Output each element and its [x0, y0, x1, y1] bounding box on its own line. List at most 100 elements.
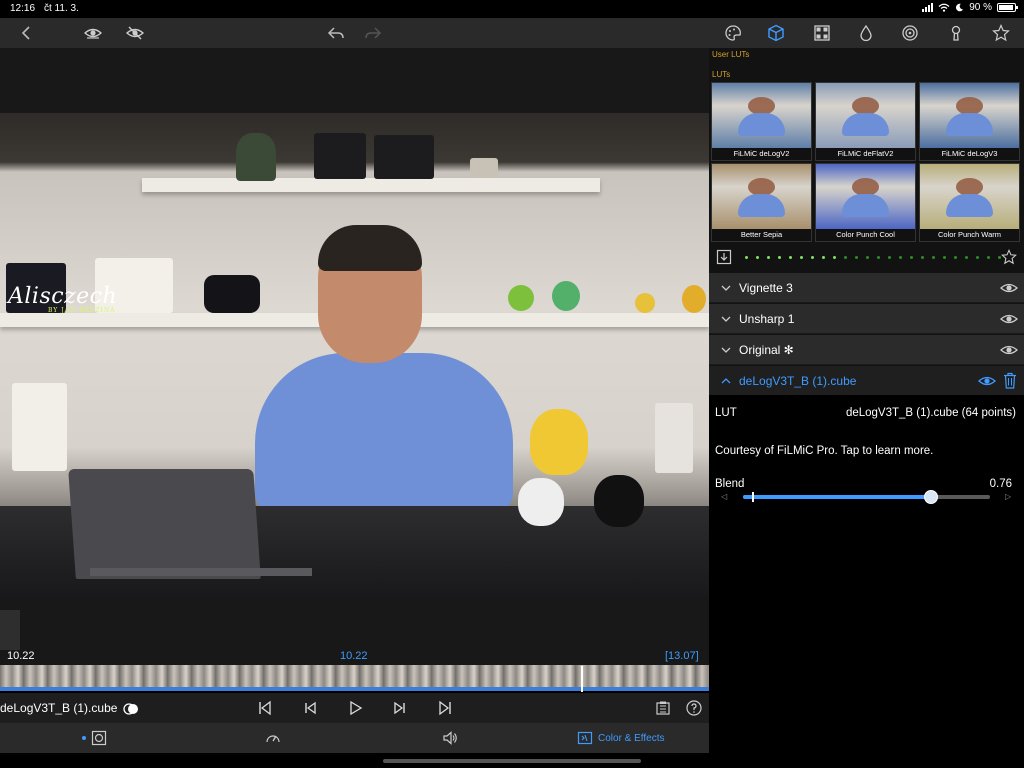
- skip-end-icon: [439, 700, 451, 716]
- delete-trash-icon[interactable]: [1003, 372, 1017, 389]
- watermark-subtitle: BY JAN BŘEZINA: [48, 307, 116, 314]
- back-button[interactable]: [15, 22, 39, 44]
- visibility-eye-icon[interactable]: [1000, 280, 1018, 296]
- blend-value: 0.76: [989, 478, 1012, 490]
- battery-icon: [997, 3, 1018, 12]
- visibility-eye-icon[interactable]: [1000, 311, 1018, 327]
- layer-label: Vignette 3: [739, 281, 793, 295]
- blend-increase-arrow[interactable]: ▷: [1005, 492, 1011, 501]
- layer-label: deLogV3T_B (1).cube: [739, 374, 857, 388]
- lut-field-label: LUT: [715, 407, 737, 419]
- lut-thumbnail[interactable]: Color Punch Cool: [815, 163, 916, 242]
- palette-button[interactable]: [721, 22, 745, 44]
- shelf-top: [142, 178, 600, 192]
- chevron-down-icon[interactable]: [719, 312, 733, 326]
- layers-badge-icon: [123, 703, 138, 715]
- skip-start-icon: [259, 700, 271, 716]
- clip-effects-badge[interactable]: [120, 699, 142, 719]
- visibility-eye-icon[interactable]: [978, 373, 996, 389]
- layer-row[interactable]: Original ✻: [709, 335, 1024, 365]
- chevron-down-icon[interactable]: [719, 281, 733, 295]
- layer-row-selected[interactable]: deLogV3T_B (1).cube: [709, 366, 1024, 396]
- lut-footer: [709, 245, 1024, 271]
- timeline-playhead[interactable]: [581, 666, 583, 692]
- battery-percent: 90 %: [969, 2, 992, 13]
- tab-color-effects[interactable]: Color & Effects: [577, 728, 665, 748]
- blend-slider-fill: [743, 495, 931, 499]
- status-indicators: 90 %: [922, 2, 1018, 13]
- rubber-duck-black: [594, 475, 644, 527]
- lut-thumbnail[interactable]: Color Punch Warm: [919, 163, 1020, 242]
- chevron-up-icon[interactable]: [719, 374, 733, 388]
- redo-button[interactable]: [361, 22, 385, 44]
- lut-detail: LUT deLogV3T_B (1).cube (64 points) Cour…: [709, 395, 1024, 753]
- courtesy-link[interactable]: Courtesy of FiLMiC Pro. Tap to learn mor…: [715, 445, 933, 457]
- clip-list-button[interactable]: [652, 698, 674, 718]
- keyhole-icon: [951, 25, 961, 41]
- grid-pattern-icon: [814, 25, 830, 41]
- skip-to-start-button[interactable]: [254, 698, 276, 718]
- tab-color-effects-label: Color & Effects: [598, 732, 665, 744]
- layer-label: Unsharp 1: [739, 312, 795, 326]
- lut-grid: FiLMiC deLogV2 FiLMiC deFlatV2 FiLMiC de…: [711, 82, 1021, 242]
- chevron-down-icon[interactable]: [719, 343, 733, 357]
- layer-label: Original ✻: [739, 343, 794, 357]
- home-indicator: [0, 753, 1024, 768]
- layer-row[interactable]: Unsharp 1: [709, 304, 1024, 334]
- skip-to-end-button[interactable]: [434, 698, 456, 718]
- blend-slider-knob[interactable]: [923, 490, 938, 504]
- lut-name: Better Sepia: [712, 229, 811, 241]
- speedometer-icon: [266, 735, 280, 743]
- lut-page-indicator[interactable]: [745, 256, 1001, 259]
- camera-right: [374, 135, 434, 179]
- status-time: 12:16: [10, 3, 36, 14]
- tab-audio[interactable]: [442, 728, 458, 748]
- step-back-button[interactable]: [299, 698, 321, 718]
- import-lut-icon[interactable]: [716, 249, 732, 265]
- clipboard-icon: [656, 701, 670, 715]
- lut-thumbnail[interactable]: FiLMiC deFlatV2: [815, 82, 916, 161]
- spiral-button[interactable]: [898, 22, 922, 44]
- current-clip-name: deLogV3T_B (1).cube: [0, 701, 118, 715]
- lut-thumbnail[interactable]: FiLMiC deLogV3: [919, 82, 1020, 161]
- chevron-left-icon: [21, 26, 30, 40]
- drop-button[interactable]: [854, 22, 878, 44]
- undo-button[interactable]: [324, 22, 348, 44]
- blend-label: Blend: [715, 478, 745, 490]
- video-frame[interactable]: Alisczech BY JAN BŘEZINA: [0, 113, 709, 604]
- luts-cube-button[interactable]: [764, 22, 788, 44]
- lut-thumbnail[interactable]: Better Sepia: [711, 163, 812, 242]
- speaker-icon: [443, 731, 457, 745]
- vase: [470, 158, 498, 178]
- hide-overlay-button[interactable]: [123, 22, 147, 44]
- active-dot-icon: [82, 736, 86, 740]
- favorites-button[interactable]: [989, 22, 1013, 44]
- phone-box: [655, 403, 693, 473]
- favorite-lut-star-icon[interactable]: [1001, 249, 1017, 265]
- layer-row[interactable]: Vignette 3: [709, 273, 1024, 303]
- star-icon: [992, 24, 1010, 42]
- play-button[interactable]: [344, 698, 366, 718]
- blend-slider[interactable]: [743, 490, 990, 504]
- luts-header: LUTs: [712, 70, 731, 79]
- visibility-eye-icon[interactable]: [1000, 342, 1018, 358]
- keyhole-button[interactable]: [944, 22, 968, 44]
- tab-speed[interactable]: [265, 728, 281, 748]
- show-overlay-button[interactable]: [81, 22, 105, 44]
- spiral-icon: [902, 25, 918, 41]
- effects-panel: User LUTs LUTs FiLMiC deLogV2 FiLMiC deF…: [709, 48, 1024, 753]
- tab-clips[interactable]: [82, 728, 107, 748]
- step-forward-button[interactable]: [389, 698, 411, 718]
- video-viewer[interactable]: Alisczech BY JAN BŘEZINA: [0, 48, 709, 666]
- help-icon: [686, 700, 702, 716]
- grid-pattern-button[interactable]: [810, 22, 834, 44]
- duck-yellow-shelf: [682, 285, 706, 313]
- blend-decrease-arrow[interactable]: ◁: [721, 492, 727, 501]
- help-button[interactable]: [683, 698, 705, 718]
- clip-thumbnail-edge[interactable]: [0, 610, 20, 650]
- timeline-current-time: 10.22: [340, 650, 368, 662]
- play-icon: [350, 700, 363, 716]
- lut-thumbnail[interactable]: FiLMiC deLogV2: [711, 82, 812, 161]
- timeline-start-time: 10.22: [7, 650, 35, 662]
- timeline-filmstrip[interactable]: [0, 665, 709, 691]
